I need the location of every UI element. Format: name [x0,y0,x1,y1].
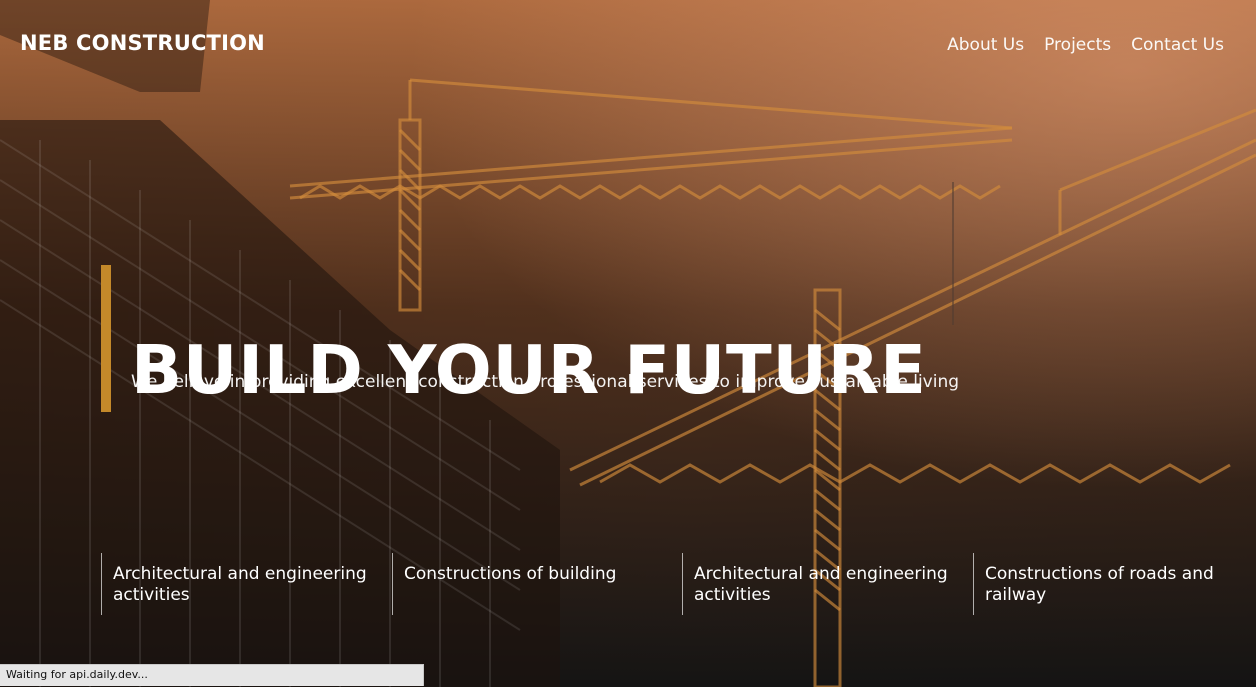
browser-status-bar: Waiting for api.daily.dev... [0,664,424,686]
site-header: NEB CONSTRUCTION About Us Projects Conta… [0,0,1256,90]
nav-contact-us[interactable]: Contact Us [1131,33,1224,57]
hero-accent-bar [101,265,111,412]
hero-title: BUILD YOUR FUTURE [131,330,927,409]
service-item: Architectural and engineering activities [682,553,962,615]
service-item: Constructions of roads and railway [973,553,1253,615]
main-navigation: About Us Projects Contact Us [947,33,1224,57]
hero-subtitle: We believe in providing excellent constr… [131,372,960,392]
brand-logo-text[interactable]: NEB CONSTRUCTION [20,29,265,57]
nav-projects[interactable]: Projects [1044,33,1111,57]
nav-about-us[interactable]: About Us [947,33,1024,57]
service-item: Architectural and engineering activities [101,553,381,615]
service-item: Constructions of building [392,553,672,615]
services-list: Architectural and engineering activities… [101,553,1241,617]
